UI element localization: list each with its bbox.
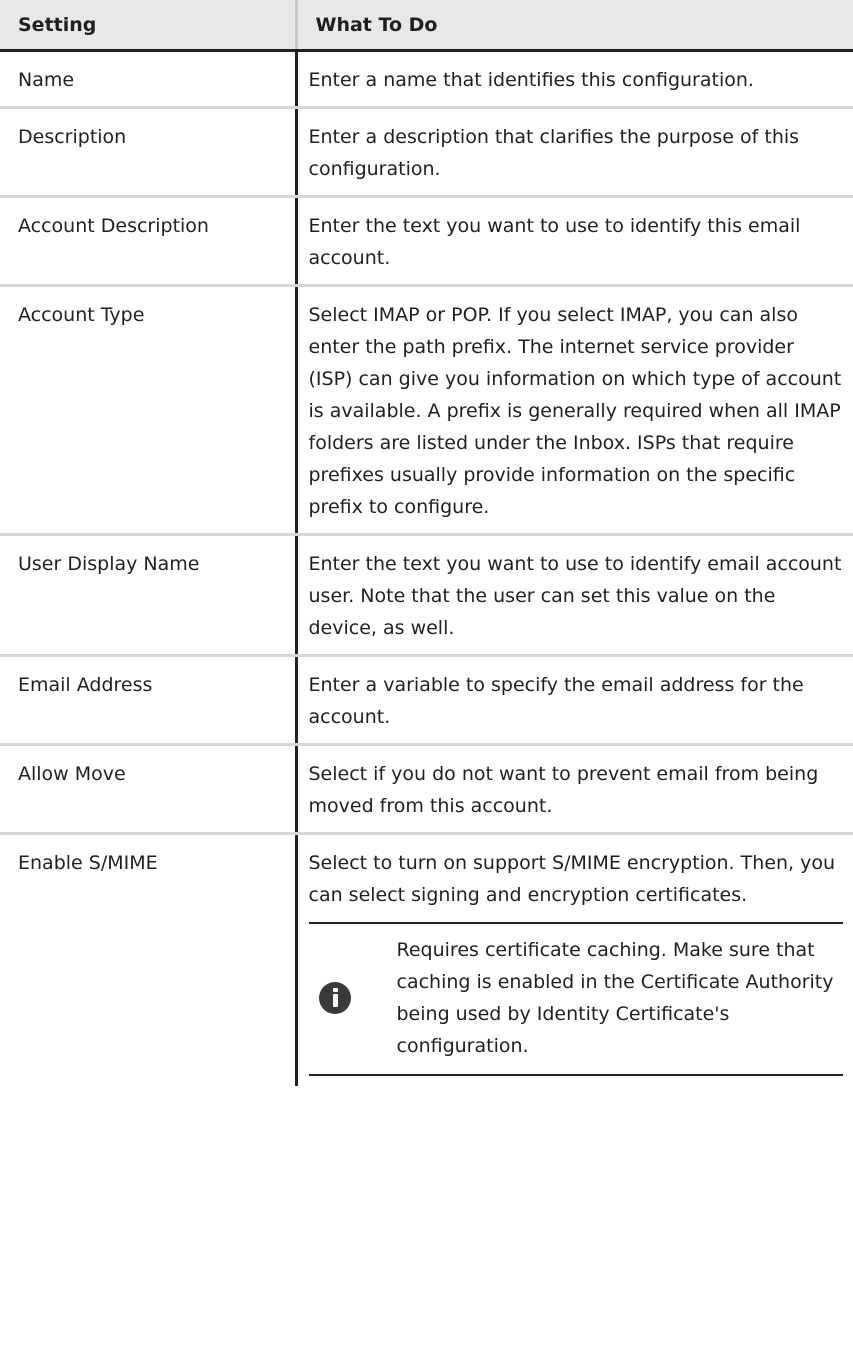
setting-cell: Description xyxy=(0,107,296,198)
info-icon xyxy=(309,981,397,1014)
what-to-do-cell: Enter the text you want to use to identi… xyxy=(294,196,853,287)
column-header-what-to-do: What To Do xyxy=(294,0,853,52)
setting-cell: User Display Name xyxy=(0,534,296,657)
column-header-setting: Setting xyxy=(0,0,296,52)
table-row: Account Type Select IMAP or POP. If you … xyxy=(0,285,853,536)
what-to-do-cell: Enter a description that clarifies the p… xyxy=(294,107,853,198)
table-row: Description Enter a description that cla… xyxy=(0,107,853,198)
table-row: Allow Move Select if you do not want to … xyxy=(0,744,853,835)
table-row: Enable S/MIME Select to turn on support … xyxy=(0,833,853,1086)
table-row: User Display Name Enter the text you wan… xyxy=(0,534,853,657)
setting-cell: Enable S/MIME xyxy=(18,851,158,874)
setting-cell: Email Address xyxy=(0,655,296,746)
what-to-do-cell: Enter a variable to specify the email ad… xyxy=(294,655,853,746)
what-to-do-cell: Enter the text you want to use to identi… xyxy=(294,534,853,657)
table-row: Email Address Enter a variable to specif… xyxy=(0,655,853,746)
setting-cell: Account Description xyxy=(0,196,296,287)
table-row: Name Enter a name that identifies this c… xyxy=(0,50,853,109)
table-row: Account Description Enter the text you w… xyxy=(0,196,853,287)
table-header-row: Setting What To Do xyxy=(0,0,853,52)
note-text: Requires certificate caching. Make sure … xyxy=(396,938,834,1057)
setting-cell: Name xyxy=(0,50,296,109)
what-to-do-cell: Select IMAP or POP. If you select IMAP, … xyxy=(294,285,853,536)
setting-cell: Allow Move xyxy=(0,744,296,835)
what-to-do-cell: Enter a name that identifies this config… xyxy=(294,50,853,109)
setting-cell: Account Type xyxy=(0,285,296,536)
what-to-do-cell: Select if you do not want to prevent ema… xyxy=(294,744,853,835)
what-to-do-text: Select to turn on support S/MIME encrypt… xyxy=(308,851,836,906)
note-callout: Requires certificate caching. Make sure … xyxy=(308,921,843,1076)
settings-table: Setting What To Do Name Enter a name tha… xyxy=(0,0,853,1086)
what-to-do-cell: Select to turn on support S/MIME encrypt… xyxy=(294,833,853,1086)
